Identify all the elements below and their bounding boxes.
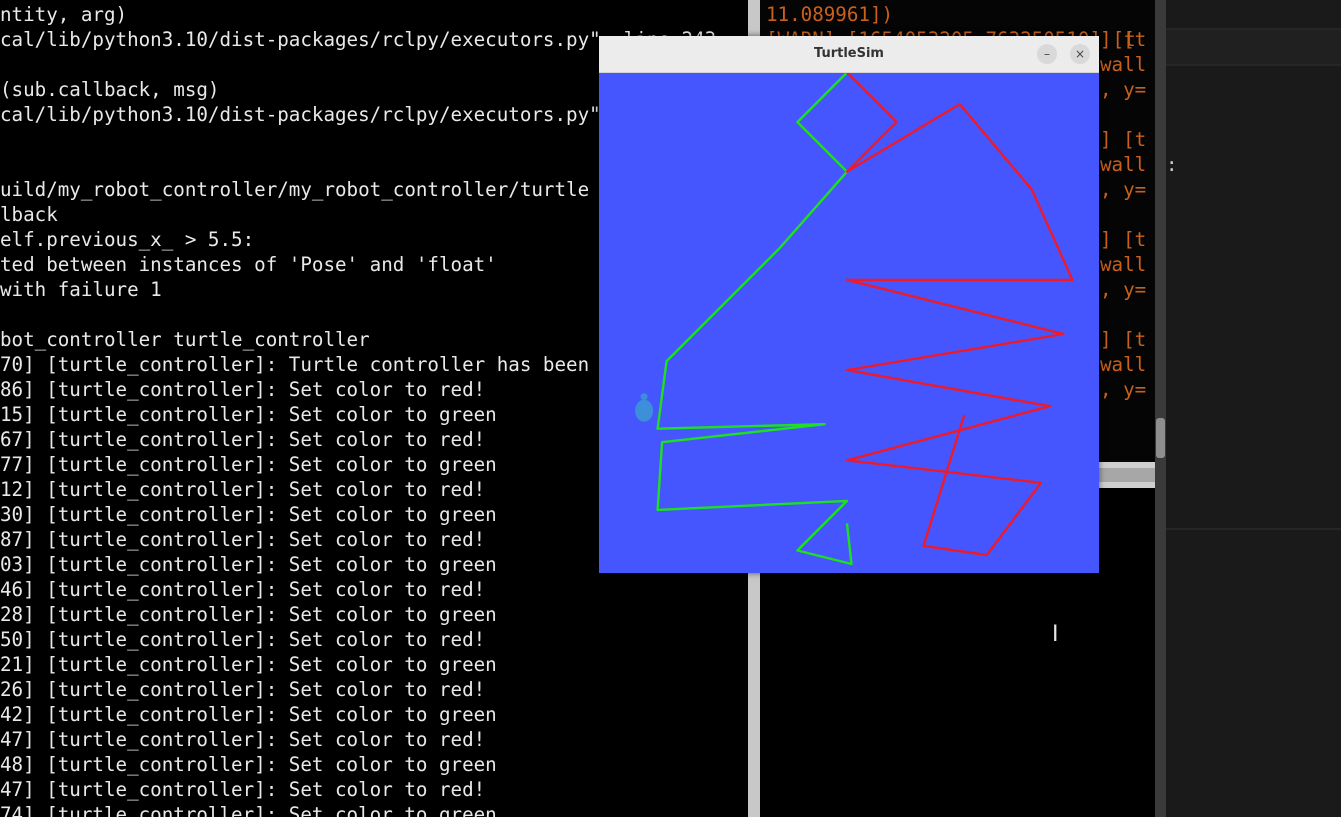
terminal-line-fragment: , y=: [1100, 278, 1147, 301]
turtlesim-window[interactable]: TurtleSim – ×: [599, 36, 1099, 573]
terminal-line: (sub.callback, msg): [0, 78, 220, 101]
terminal-line: 11.089961]): [766, 3, 894, 26]
terminal-line: 03] [turtle_controller]: Set color to gr…: [0, 553, 497, 576]
terminal-line: 46] [turtle_controller]: Set color to re…: [0, 578, 486, 601]
terminal-line: 67] [turtle_controller]: Set color to re…: [0, 428, 486, 451]
window-title: TurtleSim: [814, 46, 884, 61]
terminal-line: 28] [turtle_controller]: Set color to gr…: [0, 603, 497, 626]
terminal-line: 50] [turtle_controller]: Set color to re…: [0, 628, 486, 651]
terminal-line: ted between instances of 'Pose' and 'flo…: [0, 253, 497, 276]
terminal-line: ntity, arg): [0, 3, 128, 26]
terminal-line-fragment: wall: [1100, 153, 1147, 176]
terminal-line: 47] [turtle_controller]: Set color to re…: [0, 778, 486, 801]
terminal-line: 77] [turtle_controller]: Set color to gr…: [0, 453, 497, 476]
terminal-line: 15] [turtle_controller]: Set color to gr…: [0, 403, 497, 426]
terminal-line: 26] [turtle_controller]: Set color to re…: [0, 678, 486, 701]
right-panel: [1166, 0, 1341, 817]
terminal-line: 74] [turtle_controller]: Set color to gr…: [0, 803, 497, 817]
terminal-line: elf.previous_x_ > 5.5:: [0, 228, 255, 251]
terminal-line: 21] [turtle_controller]: Set color to gr…: [0, 653, 497, 676]
green-trail: [656, 73, 853, 566]
turtlesim-canvas: [599, 73, 1099, 573]
turtle-trail-drawing: [635, 73, 1074, 566]
terminal-line-fragment: , y=: [1100, 78, 1147, 101]
divider: [1166, 528, 1341, 530]
terminal-line-fragment: ] [t: [1100, 128, 1147, 151]
turtle-icon: [635, 393, 654, 422]
terminal-line-fragment: ] [t: [1100, 28, 1147, 51]
vertical-scrollbar-thumb[interactable]: [1156, 418, 1165, 458]
minimize-icon: –: [1044, 47, 1050, 61]
terminal-line-fragment: wall: [1100, 53, 1147, 76]
text-cursor-icon: I: [1052, 622, 1059, 647]
terminal-line: uild/my_robot_controller/my_robot_contro…: [0, 178, 590, 201]
terminal-line-fragment: ] [t: [1100, 328, 1147, 351]
turtle-head: [640, 393, 648, 401]
colon-glyph: :: [1166, 154, 1178, 176]
divider: [1166, 64, 1341, 66]
terminal-line: lback: [0, 203, 58, 226]
terminal-line: 12] [turtle_controller]: Set color to re…: [0, 478, 486, 501]
window-titlebar[interactable]: TurtleSim – ×: [599, 36, 1099, 73]
terminal-line-fragment: wall: [1100, 253, 1147, 276]
vertical-scrollbar[interactable]: [1155, 0, 1166, 817]
terminal-line-fragment: ] [t: [1100, 228, 1147, 251]
close-icon: ×: [1074, 47, 1086, 61]
terminal-line: 47] [turtle_controller]: Set color to re…: [0, 728, 486, 751]
terminal-line-fragment: , y=: [1100, 378, 1147, 401]
terminal-line: 87] [turtle_controller]: Set color to re…: [0, 528, 486, 551]
close-button[interactable]: ×: [1070, 44, 1090, 64]
horizontal-scrollbar-thumb[interactable]: [1099, 468, 1159, 482]
terminal-line: with failure 1: [0, 278, 162, 301]
terminal-line: cal/lib/python3.10/dist-packages/rclpy/e…: [0, 103, 694, 126]
divider: [1166, 28, 1341, 30]
terminal-line: 42] [turtle_controller]: Set color to gr…: [0, 703, 497, 726]
terminal-line: 48] [turtle_controller]: Set color to gr…: [0, 753, 497, 776]
terminal-line-fragment: wall: [1100, 353, 1147, 376]
minimize-button[interactable]: –: [1037, 44, 1057, 64]
terminal-line: bot_controller turtle_controller: [0, 328, 370, 351]
terminal-line: 30] [turtle_controller]: Set color to gr…: [0, 503, 497, 526]
right-panel-band: [1166, 30, 1341, 64]
turtle-shell: [635, 399, 654, 422]
red-trail: [845, 73, 1074, 557]
terminal-line-fragment: , y=: [1100, 178, 1147, 201]
terminal-line: 70] [turtle_controller]: Turtle controll…: [0, 353, 682, 376]
terminal-line: 86] [turtle_controller]: Set color to re…: [0, 378, 486, 401]
